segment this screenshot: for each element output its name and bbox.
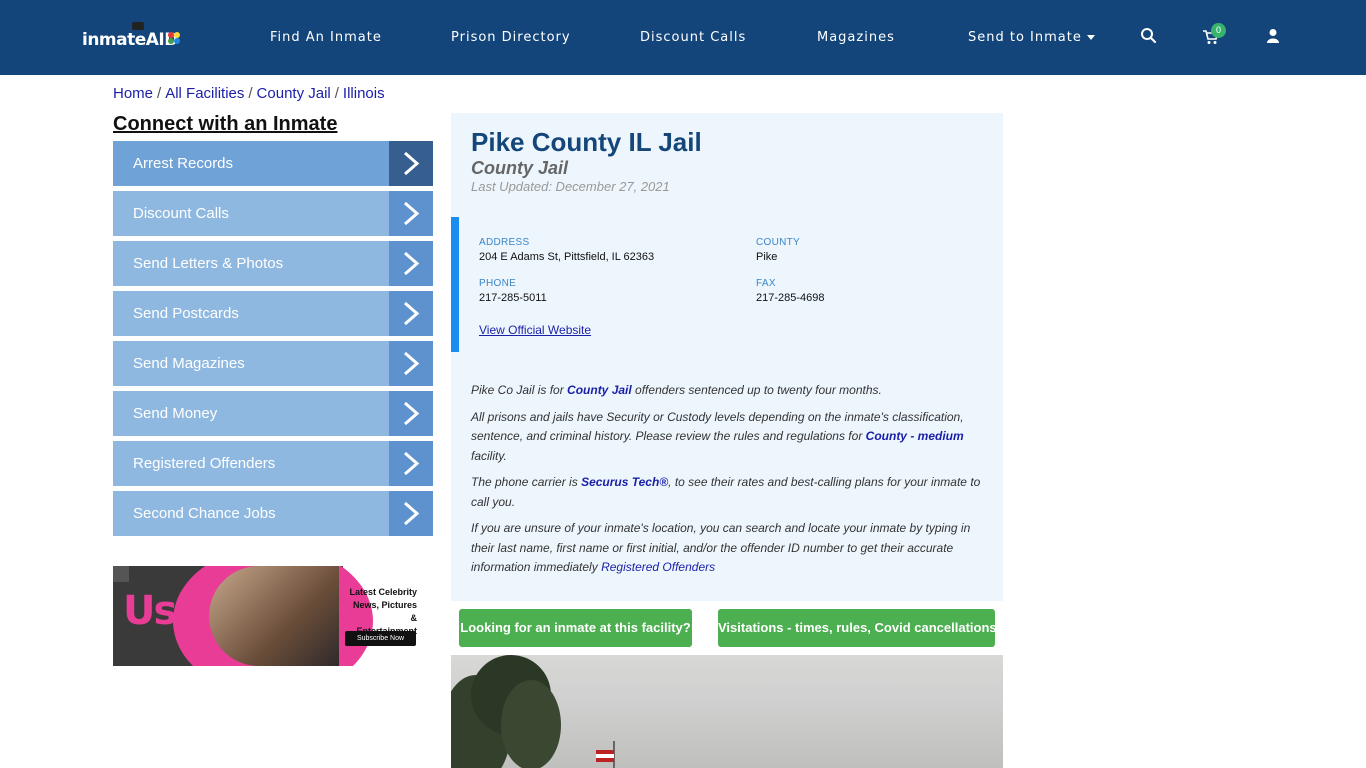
chevron-right-icon: [389, 441, 433, 486]
registered-offenders-link[interactable]: Registered Offenders: [601, 560, 715, 574]
breadcrumb-separator: /: [334, 85, 339, 102]
sidebar-item-send-postcards[interactable]: Send Postcards: [113, 291, 433, 336]
official-website-link[interactable]: View Official Website: [479, 323, 591, 337]
phone-carrier-link[interactable]: Securus Tech®: [581, 475, 668, 489]
description-paragraph: Pike Co Jail is for County Jail offender…: [471, 381, 987, 401]
chevron-right-icon: [389, 191, 433, 236]
logo-puzzle-icon: [168, 32, 180, 46]
sidebar-item-label: Discount Calls: [133, 205, 229, 222]
chevron-right-icon: [389, 141, 433, 186]
description-text: If you are unsure of your inmate's locat…: [471, 521, 971, 574]
find-inmate-at-facility-button[interactable]: Looking for an inmate at this facility?: [459, 609, 692, 647]
breadcrumb-home[interactable]: Home: [113, 85, 153, 102]
page-title: Pike County IL Jail: [471, 127, 702, 157]
ad-close-icon[interactable]: [113, 566, 129, 582]
search-icon[interactable]: [1140, 27, 1158, 45]
ad-brand-logo: Us: [123, 588, 177, 634]
description-text: The phone carrier is: [471, 475, 582, 489]
chevron-right-icon: [389, 391, 433, 436]
advertisement-banner[interactable]: Us Latest Celebrity News, Pictures & Ent…: [113, 566, 433, 666]
sidebar-title: Connect with an Inmate: [113, 113, 338, 135]
fax-label: FAX: [756, 278, 776, 289]
phone-label: PHONE: [479, 278, 517, 289]
photo-tree: [501, 680, 561, 768]
county-label: COUNTY: [756, 237, 801, 248]
sidebar-item-label: Send Postcards: [133, 305, 239, 322]
ad-subscribe-button[interactable]: Subscribe Now: [345, 631, 416, 646]
site-logo[interactable]: inmateAID: [82, 22, 182, 54]
sidebar-item-registered-offenders[interactable]: Registered Offenders: [113, 441, 433, 486]
user-icon[interactable]: [1264, 27, 1282, 45]
description-paragraph: If you are unsure of your inmate's locat…: [471, 519, 987, 578]
caret-down-icon: [1086, 35, 1095, 40]
chevron-right-icon: [389, 291, 433, 336]
ad-copy-line: Latest Celebrity: [349, 587, 417, 597]
chevron-right-icon: [389, 241, 433, 286]
ad-copy-line: News, Pictures &: [352, 600, 417, 623]
sidebar-item-label: Send Magazines: [133, 355, 245, 372]
description-paragraph: The phone carrier is Securus Tech®, to s…: [471, 473, 987, 512]
chevron-right-icon: [389, 491, 433, 536]
top-navbar: inmateAID Find An Inmate Prison Director…: [0, 0, 1366, 75]
flag-icon: [596, 750, 614, 762]
sidebar-item-send-magazines[interactable]: Send Magazines: [113, 341, 433, 386]
sidebar-item-discount-calls[interactable]: Discount Calls: [113, 191, 433, 236]
breadcrumb: Home / All Facilities / County Jail / Illinois: [113, 85, 385, 102]
facility-type: County Jail: [471, 158, 569, 178]
address-label: ADDRESS: [479, 237, 530, 248]
nav-prison-directory[interactable]: Prison Directory: [451, 30, 571, 45]
fax-value: 217-285-4698: [756, 292, 825, 304]
breadcrumb-county-jail[interactable]: County Jail: [257, 85, 331, 102]
sidebar-item-second-chance-jobs[interactable]: Second Chance Jobs: [113, 491, 433, 536]
nav-magazines[interactable]: Magazines: [817, 30, 895, 45]
sidebar-item-label: Send Letters & Photos: [133, 255, 284, 272]
nav-find-an-inmate[interactable]: Find An Inmate: [270, 30, 382, 45]
security-level-link[interactable]: County - medium: [866, 429, 964, 443]
cart-count-badge: 0: [1211, 23, 1226, 38]
ad-photo: [209, 566, 339, 666]
logo-hat-icon: [132, 22, 144, 30]
breadcrumb-illinois[interactable]: Illinois: [343, 85, 385, 102]
phone-value: 217-285-5011: [479, 292, 547, 304]
sidebar-menu: Arrest Records Discount Calls Send Lette…: [113, 141, 433, 541]
description-text: facility.: [471, 448, 507, 463]
sidebar-item-label: Arrest Records: [133, 155, 234, 172]
logo-text: inmateAID: [82, 30, 178, 50]
sidebar-item-send-money[interactable]: Send Money: [113, 391, 433, 436]
address-value: 204 E Adams St, Pittsfield, IL 62363: [479, 251, 655, 263]
nav-send-to-inmate-label: Send to Inmate: [968, 30, 1082, 45]
sidebar-item-label: Send Money: [133, 405, 218, 422]
description-text: offenders sentenced up to twenty four mo…: [631, 383, 882, 397]
last-updated: Last Updated: December 27, 2021: [471, 179, 670, 194]
facility-photo: [451, 655, 1003, 768]
breadcrumb-separator: /: [157, 85, 162, 102]
chevron-right-icon: [389, 341, 433, 386]
county-jail-link[interactable]: County Jail: [567, 383, 632, 397]
description-paragraph: All prisons and jails have Security or C…: [471, 408, 987, 467]
sidebar-item-arrest-records[interactable]: Arrest Records: [113, 141, 433, 186]
breadcrumb-all-facilities[interactable]: All Facilities: [165, 85, 244, 102]
nav-discount-calls[interactable]: Discount Calls: [640, 30, 746, 45]
description-text: Pike Co Jail is for: [471, 383, 568, 397]
visitation-info-button[interactable]: Visitations - times, rules, Covid cancel…: [718, 609, 997, 647]
sidebar-item-label: Registered Offenders: [133, 455, 276, 472]
sidebar-item-send-letters-photos[interactable]: Send Letters & Photos: [113, 241, 433, 286]
breadcrumb-separator: /: [248, 85, 253, 102]
sidebar-item-label: Second Chance Jobs: [133, 505, 276, 522]
facility-info-box: ADDRESS 204 E Adams St, Pittsfield, IL 6…: [451, 217, 1003, 352]
county-value: Pike: [756, 251, 778, 263]
nav-send-to-inmate[interactable]: Send to Inmate: [968, 30, 1095, 45]
facility-card: Pike County IL Jail County Jail Last Upd…: [451, 113, 1003, 601]
facility-description: Pike Co Jail is for County Jail offender…: [471, 381, 987, 585]
